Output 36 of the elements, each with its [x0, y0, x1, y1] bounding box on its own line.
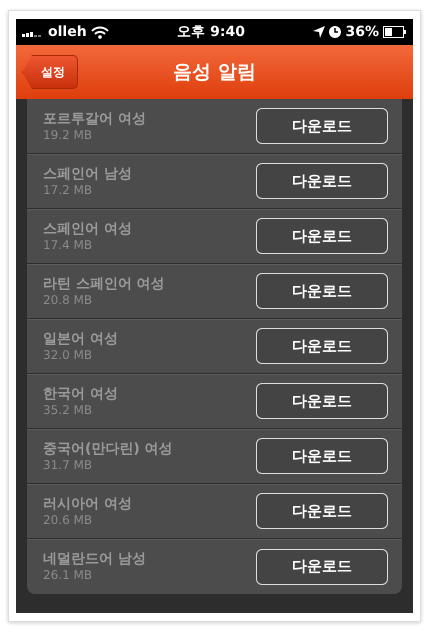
file-size: 17.4 MB — [43, 238, 94, 252]
file-size: 20.8 MB — [43, 292, 94, 306]
screen-title: 음성 알림 — [173, 60, 256, 85]
voice-name: 한국어 여성 — [43, 386, 118, 402]
carrier-name: olleh — [48, 22, 87, 42]
back-button[interactable]: 설정 — [22, 55, 78, 89]
clock-time: 오후 9:40 — [177, 22, 245, 42]
download-button[interactable]: 다운로드 — [256, 273, 388, 309]
download-button[interactable]: 다운로드 — [256, 163, 388, 199]
file-size: 20.6 MB — [43, 512, 94, 526]
download-button[interactable]: 다운로드 — [256, 493, 388, 529]
download-button[interactable]: 다운로드 — [256, 438, 388, 474]
download-button[interactable]: 다운로드 — [256, 548, 388, 584]
voice-name: 포르투갈어 여성 — [43, 110, 146, 128]
download-button[interactable]: 다운로드 — [256, 383, 388, 419]
file-size: 26.1 MB — [43, 568, 94, 582]
voice-name: 스페인어 여성 — [43, 220, 132, 238]
voice-name: 러시아어 여성 — [43, 496, 132, 512]
voice-name: 라틴 스페인어 여성 — [43, 276, 165, 292]
download-button[interactable]: 다운로드 — [256, 218, 388, 254]
file-size: 31.7 MB — [43, 458, 94, 472]
battery-icon — [383, 26, 407, 38]
voice-name: 네덜란드어 남성 — [43, 551, 146, 568]
voice-name: 스페인어 남성 — [43, 166, 132, 182]
wifi-icon — [90, 26, 109, 38]
voice-name: 일본어 여성 — [43, 330, 118, 348]
download-button[interactable]: 다운로드 — [256, 108, 388, 144]
download-button[interactable]: 다운로드 — [256, 328, 388, 364]
file-size: 35.2 MB — [43, 402, 94, 416]
voice-name: 중국어(만다린) 여성 — [43, 440, 173, 458]
clock-icon — [329, 26, 342, 38]
battery-percent: 36% — [345, 22, 379, 42]
file-size: 17.2 MB — [43, 182, 94, 196]
file-size: 32.0 MB — [43, 348, 94, 362]
location-icon — [313, 26, 326, 38]
file-size: 19.2 MB — [43, 128, 94, 142]
